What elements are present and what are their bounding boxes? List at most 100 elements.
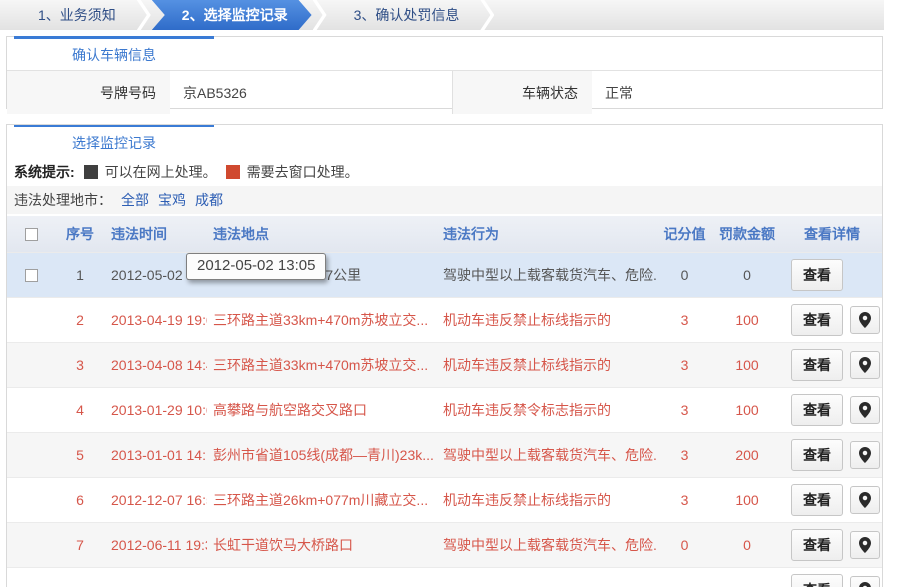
city-filter-chengdu[interactable]: 成都 bbox=[195, 190, 223, 210]
view-button[interactable]: 查看 bbox=[791, 439, 843, 471]
map-pin-icon bbox=[859, 537, 871, 553]
select-all-checkbox[interactable] bbox=[25, 228, 38, 241]
vehicle-info-section-title: 确认车辆信息 bbox=[14, 36, 214, 70]
seq-cell: 5 bbox=[55, 447, 105, 463]
col-time-header: 违法时间 bbox=[105, 224, 207, 244]
map-pin-button[interactable] bbox=[850, 351, 880, 379]
header-checkbox-cell bbox=[7, 228, 55, 241]
view-button[interactable]: 查看 bbox=[791, 529, 843, 561]
fine-cell: 100 bbox=[712, 312, 782, 328]
step-tab-select-records[interactable]: 2、选择监控记录 bbox=[152, 0, 312, 30]
detail-cell: 查看 bbox=[782, 574, 882, 587]
behavior-cell: 机动车违反禁止标线指示的 bbox=[437, 355, 657, 375]
map-pin-button[interactable] bbox=[850, 531, 880, 559]
detail-cell: 查看 bbox=[782, 349, 882, 381]
col-behavior-header: 违法行为 bbox=[437, 224, 657, 244]
map-pin-icon bbox=[859, 582, 871, 587]
view-button[interactable]: 查看 bbox=[791, 574, 843, 587]
step-arrow-separator-icon bbox=[137, 0, 151, 30]
time-cell: 2013-01-29 10:00 bbox=[105, 402, 207, 418]
step-label: 3、确认处罚信息 bbox=[354, 5, 460, 25]
vehicle-info-form-row: 号牌号码 京AB5326 车辆状态 正常 bbox=[7, 70, 882, 114]
view-button[interactable]: 查看 bbox=[791, 484, 843, 516]
fine-cell: 0 bbox=[712, 537, 782, 553]
city-filter-bar: 违法处理地市： 全部 宝鸡 成都 bbox=[7, 186, 882, 214]
records-panel: 选择监控记录 系统提示: 可以在网上处理。 需要去窗口处理。 违法处理地市： 全… bbox=[6, 124, 883, 587]
col-detail-header: 查看详情 bbox=[782, 224, 882, 244]
city-filter-all[interactable]: 全部 bbox=[121, 190, 149, 210]
row-checkbox-cell bbox=[7, 269, 55, 282]
detail-cell: 查看 bbox=[782, 394, 882, 426]
behavior-cell: 机动车违反禁止标线指示的 bbox=[437, 490, 657, 510]
city-filter-baoji[interactable]: 宝鸡 bbox=[158, 190, 186, 210]
fine-cell: 100 bbox=[712, 492, 782, 508]
window-legend-square-icon bbox=[226, 165, 240, 179]
online-legend-square-icon bbox=[84, 165, 98, 179]
points-cell: 3 bbox=[657, 312, 712, 328]
view-button[interactable]: 查看 bbox=[791, 304, 843, 336]
col-location-header: 违法地点 bbox=[207, 224, 437, 244]
city-filter-label: 违法处理地市： bbox=[14, 190, 112, 210]
time-cell: 2012-06-11 19:35 bbox=[105, 537, 207, 553]
location-cell: 高攀路与航空路交叉路口 bbox=[207, 400, 437, 420]
system-tips: 系统提示: 可以在网上处理。 需要去窗口处理。 bbox=[7, 158, 882, 186]
vehicle-status-label: 车辆状态 bbox=[452, 71, 592, 114]
plate-number-value: 京AB5326 bbox=[170, 71, 452, 114]
seq-cell: 1 bbox=[55, 267, 105, 283]
table-row: 查看 bbox=[7, 567, 882, 587]
detail-cell: 查看 bbox=[782, 529, 882, 561]
step-tab-business-notice[interactable]: 1、业务须知 bbox=[0, 0, 136, 30]
points-cell: 3 bbox=[657, 357, 712, 373]
location-cell: 三环路主道33km+470m苏坡立交... bbox=[207, 310, 437, 330]
detail-cell: 查看 bbox=[782, 304, 882, 336]
map-pin-button[interactable] bbox=[850, 396, 880, 424]
view-button[interactable]: 查看 bbox=[791, 259, 843, 291]
step-tab-confirm-penalty[interactable]: 3、确认处罚信息 bbox=[328, 0, 480, 30]
col-fine-header: 罚款金额 bbox=[712, 224, 782, 244]
table-row: 72012-06-11 19:35长虹干道饮马大桥路口驾驶中型以上载客载货汽车、… bbox=[7, 522, 882, 567]
time-cell: 2012-12-07 16:58 bbox=[105, 492, 207, 508]
view-button[interactable]: 查看 bbox=[791, 349, 843, 381]
vehicle-info-panel: 确认车辆信息 号牌号码 京AB5326 车辆状态 正常 bbox=[6, 36, 883, 109]
map-pin-icon bbox=[859, 312, 871, 328]
table-row: 42013-01-29 10:00高攀路与航空路交叉路口机动车违反禁令标志指示的… bbox=[7, 387, 882, 432]
detail-cell: 查看 bbox=[782, 259, 882, 291]
map-pin-icon bbox=[859, 402, 871, 418]
behavior-cell: 驾驶中型以上载客载货汽车、危险... bbox=[437, 265, 657, 285]
detail-cell: 查看 bbox=[782, 439, 882, 471]
points-cell: 0 bbox=[657, 537, 712, 553]
location-cell: 三环路主道33km+470m苏坡立交... bbox=[207, 355, 437, 375]
step-bar: 1、业务须知 2、选择监控记录 3、确认处罚信息 bbox=[0, 0, 884, 30]
fine-cell: 100 bbox=[712, 402, 782, 418]
vehicle-status-value: 正常 bbox=[592, 71, 882, 114]
points-cell: 3 bbox=[657, 492, 712, 508]
records-table-body: 12012-05-02 12157公里驾驶中型以上载客载货汽车、危险...00查… bbox=[7, 252, 882, 587]
table-row: 22013-04-19 19:05三环路主道33km+470m苏坡立交...机动… bbox=[7, 297, 882, 342]
time-tooltip: 2012-05-02 13:05 bbox=[186, 253, 326, 280]
map-pin-icon bbox=[859, 447, 871, 463]
fine-cell: 0 bbox=[712, 267, 782, 283]
step-label: 2、选择监控记录 bbox=[182, 5, 288, 25]
row-checkbox[interactable] bbox=[25, 269, 38, 282]
fine-cell: 200 bbox=[712, 447, 782, 463]
location-cell: 长虹干道饮马大桥路口 bbox=[207, 535, 437, 555]
map-pin-button[interactable] bbox=[850, 576, 880, 587]
map-pin-icon bbox=[859, 357, 871, 373]
behavior-cell: 机动车违反禁止标线指示的 bbox=[437, 310, 657, 330]
view-button[interactable]: 查看 bbox=[791, 394, 843, 426]
seq-cell: 3 bbox=[55, 357, 105, 373]
map-pin-button[interactable] bbox=[850, 441, 880, 469]
records-section-title: 选择监控记录 bbox=[14, 124, 214, 158]
window-tip-text: 需要去窗口处理。 bbox=[247, 162, 359, 182]
table-row: 12012-05-02 12157公里驾驶中型以上载客载货汽车、危险...00查… bbox=[7, 252, 882, 297]
map-pin-button[interactable] bbox=[850, 306, 880, 334]
location-cell: 三环路主道26km+077m川藏立交... bbox=[207, 490, 437, 510]
table-row: 52013-01-01 14:16彭州市省道105线(成都—青川)23k...驾… bbox=[7, 432, 882, 477]
records-table-header: 序号违法时间违法地点违法行为记分值罚款金额查看详情 bbox=[7, 216, 882, 252]
table-row: 62012-12-07 16:58三环路主道26km+077m川藏立交...机动… bbox=[7, 477, 882, 522]
map-pin-button[interactable] bbox=[850, 486, 880, 514]
time-cell: 2013-01-01 14:16 bbox=[105, 447, 207, 463]
violation-processing-page: 1、业务须知 2、选择监控记录 3、确认处罚信息 确认车辆信息 号牌号码 京AB… bbox=[0, 0, 907, 587]
online-tip-text: 可以在网上处理。 bbox=[105, 162, 217, 182]
seq-cell: 4 bbox=[55, 402, 105, 418]
